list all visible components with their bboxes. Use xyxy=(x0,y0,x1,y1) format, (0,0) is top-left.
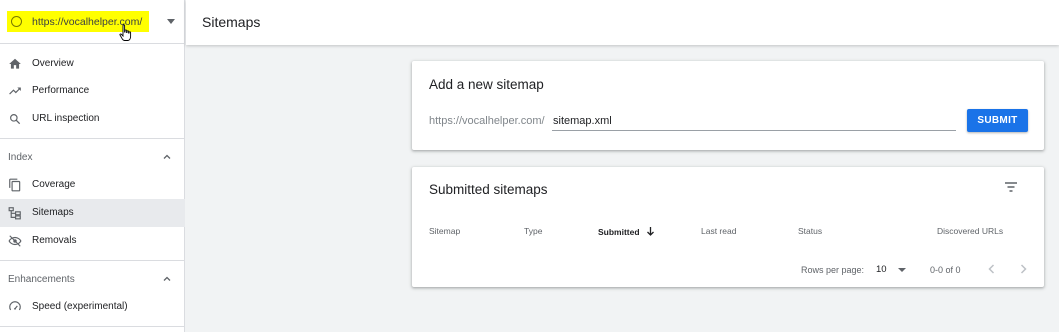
sidebar-item-coverage[interactable]: Coverage xyxy=(0,171,185,199)
sitemap-url-prefix: https://vocalhelper.com/ xyxy=(429,115,545,127)
column-header-sitemap[interactable]: Sitemap xyxy=(429,226,460,236)
sidebar-item-removals[interactable]: Removals xyxy=(0,227,185,255)
speedometer-icon xyxy=(9,301,21,311)
property-selector[interactable]: https://vocalhelper.com/ xyxy=(0,0,185,44)
pagination-range: 0-0 of 0 xyxy=(930,265,961,275)
sidebar-item-performance[interactable]: Performance xyxy=(0,77,185,105)
submitted-sitemaps-title: Submitted sitemaps xyxy=(429,182,548,197)
add-sitemap-title: Add a new sitemap xyxy=(429,77,544,92)
column-header-discovered-urls[interactable]: Discovered URLs xyxy=(937,226,1003,236)
sidebar-item-label: Sitemaps xyxy=(32,207,74,218)
sitemap-url-input[interactable] xyxy=(552,110,956,131)
filter-icon[interactable] xyxy=(1004,181,1018,193)
page-title: Sitemaps xyxy=(202,14,261,30)
column-header-type[interactable]: Type xyxy=(524,226,542,236)
sidebar-item-overview[interactable]: Overview xyxy=(0,50,185,78)
section-index[interactable]: Index xyxy=(0,146,185,170)
dropdown-caret-icon[interactable] xyxy=(167,19,175,24)
sidebar-item-label: Removals xyxy=(32,235,77,246)
sidebar-item-label: Coverage xyxy=(32,179,76,190)
section-enhancements[interactable]: Enhancements xyxy=(0,268,185,292)
column-header-last-read[interactable]: Last read xyxy=(701,226,736,236)
sidebar: https://vocalhelper.com/ Overview Perfor… xyxy=(0,0,185,332)
hand-cursor-icon xyxy=(119,24,132,41)
column-header-status[interactable]: Status xyxy=(798,226,822,236)
dropdown-caret-icon[interactable] xyxy=(898,268,906,272)
chevron-up-icon[interactable] xyxy=(162,152,172,162)
sidebar-item-label: Performance xyxy=(32,85,90,96)
section-label: Index xyxy=(8,152,33,163)
trending-up-icon xyxy=(9,87,21,95)
submit-button[interactable]: SUBMIT xyxy=(967,109,1028,132)
sitemap-icon xyxy=(8,207,21,220)
rows-per-page-select[interactable]: 10 xyxy=(876,264,887,275)
search-icon xyxy=(10,114,21,125)
section-label: Enhancements xyxy=(8,274,75,285)
column-header-label: Submitted xyxy=(598,227,640,237)
sidebar-item-label: URL inspection xyxy=(32,113,100,124)
chevron-up-icon[interactable] xyxy=(162,274,172,284)
copy-icon xyxy=(9,178,21,192)
home-icon xyxy=(9,58,21,69)
add-sitemap-card: Add a new sitemap https://vocalhelper.co… xyxy=(412,61,1044,150)
chevron-left-icon[interactable] xyxy=(987,263,997,275)
sidebar-item-sitemaps[interactable]: Sitemaps xyxy=(0,199,185,227)
sidebar-item-speed[interactable]: Speed (experimental) xyxy=(0,293,185,321)
arrow-down-icon xyxy=(646,227,654,236)
divider xyxy=(0,138,185,139)
page-header: Sitemaps xyxy=(186,0,1059,45)
submitted-sitemaps-card: Submitted sitemaps Sitemap Type Submitte… xyxy=(412,167,1044,287)
rows-per-page-label: Rows per page: xyxy=(801,265,865,275)
divider xyxy=(0,326,185,327)
eye-off-icon xyxy=(8,235,22,247)
sidebar-item-label: Overview xyxy=(32,58,74,69)
divider xyxy=(0,260,185,261)
property-icon xyxy=(11,16,22,27)
chevron-right-icon[interactable] xyxy=(1018,263,1028,275)
column-header-submitted[interactable]: Submitted xyxy=(598,226,655,237)
sidebar-item-label: Speed (experimental) xyxy=(32,301,128,312)
sidebar-item-url-inspection[interactable]: URL inspection xyxy=(0,105,185,133)
